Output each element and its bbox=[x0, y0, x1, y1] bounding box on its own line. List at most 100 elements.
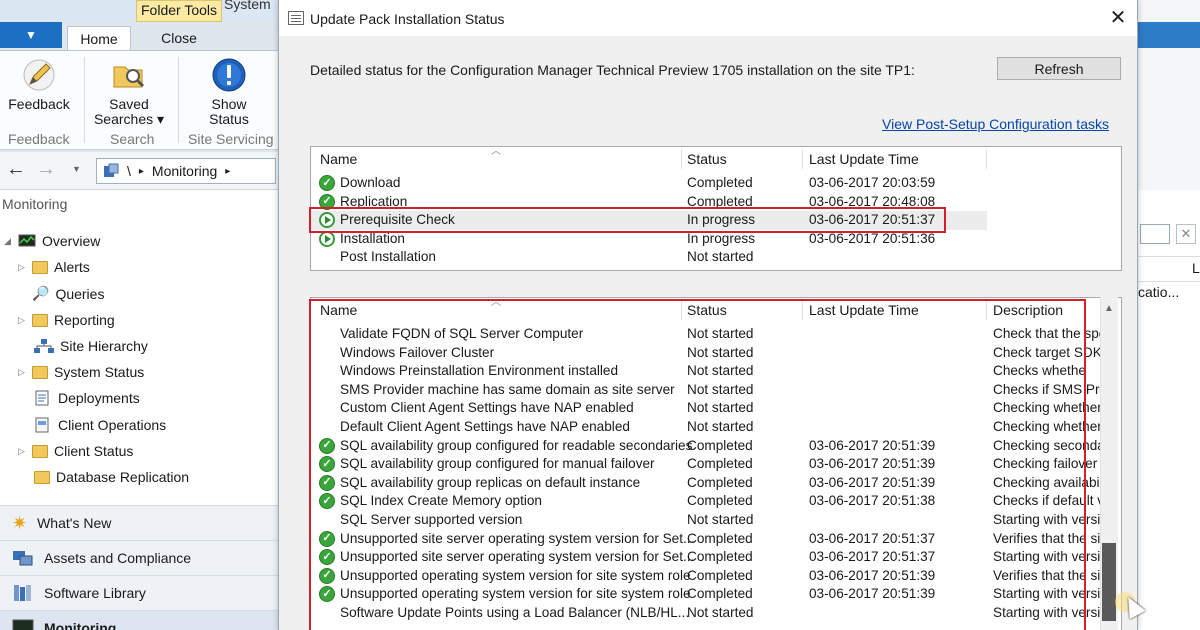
collapsed-triangle-icon: ▷ bbox=[18, 261, 25, 272]
row-description: Check that the spe bbox=[993, 326, 1107, 341]
tree-item-system-status[interactable]: ▷ System Status bbox=[18, 364, 144, 380]
table-row[interactable]: ✓ SQL availability group configured for r… bbox=[311, 437, 1121, 456]
tree-item-queries[interactable]: 🔎 Queries bbox=[32, 285, 104, 302]
tab-close[interactable]: Close bbox=[140, 26, 218, 50]
table-row[interactable]: Installation In progress 03-06-2017 20:51:… bbox=[311, 230, 1121, 249]
table-row[interactable]: Default Client Agent Settings have NAP e… bbox=[311, 418, 1121, 437]
row-description: Checks whethe bbox=[993, 363, 1086, 379]
table-row[interactable]: Post Installation Not started bbox=[311, 248, 1121, 267]
column-header-last-update[interactable]: Last Update Time bbox=[809, 302, 919, 318]
database-replication-icon bbox=[34, 470, 50, 484]
tab-folder-tools[interactable]: Folder Tools bbox=[136, 0, 222, 22]
table-row[interactable]: ✓ SQL Index Create Memory option Completed… bbox=[311, 492, 1121, 511]
results-column-header[interactable]: L bbox=[1192, 260, 1200, 276]
clear-search-icon[interactable]: ✕ bbox=[1176, 224, 1196, 244]
column-header-name[interactable]: Name bbox=[320, 151, 357, 167]
row-description: Checking failover s bbox=[993, 456, 1108, 472]
table-row[interactable]: Custom Client Agent Settings have NAP en… bbox=[311, 399, 1121, 418]
completed-check-icon: ✓ bbox=[319, 586, 335, 603]
ribbon-group-label: Feedback bbox=[8, 131, 70, 147]
forward-arrow-icon[interactable]: → bbox=[36, 158, 56, 181]
table-row[interactable]: SQL Server supported version Not started S… bbox=[311, 511, 1121, 530]
table-row[interactable]: Prerequisite Check In progress 03-06-2017 … bbox=[311, 211, 987, 230]
completed-check-icon: ✓ bbox=[319, 437, 335, 454]
row-description: Verifies that the site bbox=[993, 567, 1112, 583]
table-row[interactable]: ✓ Unsupported operating system version fo… bbox=[311, 567, 1121, 586]
table-row[interactable]: Windows Failover Cluster Not started Check… bbox=[311, 344, 1121, 363]
column-header-status[interactable]: Status bbox=[687, 302, 727, 318]
collapsed-triangle-icon: ▷ bbox=[18, 445, 25, 456]
row-description: Check target SDK bbox=[993, 344, 1102, 360]
tree-item-site-hierarchy[interactable]: Site Hierarchy bbox=[34, 338, 148, 354]
refresh-button[interactable]: Refresh bbox=[997, 57, 1121, 80]
tree-item-client-operations[interactable]: Client Operations bbox=[34, 417, 166, 433]
app-menu-button[interactable]: ▼ bbox=[0, 22, 62, 48]
close-icon[interactable]: ✕ bbox=[1108, 6, 1128, 29]
row-name: SQL availability group replicas on defau… bbox=[340, 474, 641, 490]
history-dropdown-icon[interactable]: ▼ bbox=[72, 164, 81, 174]
row-description: Checking availabi bbox=[993, 474, 1100, 490]
row-last-update: 03-06-2017 20:51:39 bbox=[809, 456, 936, 472]
results-cell[interactable]: catio... bbox=[1138, 284, 1179, 300]
row-status: Not started bbox=[687, 381, 754, 397]
column-header-description[interactable]: Description bbox=[993, 302, 1063, 318]
table-row[interactable]: Software Update Points using a Load Bala… bbox=[311, 604, 1121, 623]
ribbon-separator bbox=[84, 57, 85, 143]
scrollbar-thumb[interactable] bbox=[1102, 543, 1116, 621]
path-item-monitoring[interactable]: Monitoring bbox=[152, 163, 217, 179]
scroll-up-icon[interactable]: ▲ bbox=[1100, 299, 1118, 317]
tree-item-alerts[interactable]: ▷ Alerts bbox=[18, 259, 90, 275]
row-status: Not started bbox=[687, 400, 754, 416]
table-row[interactable]: Validate FQDN of SQL Server Computer Not … bbox=[311, 325, 1121, 344]
row-name: Unsupported operating system version for… bbox=[340, 567, 691, 583]
ribbon-group-label: Search bbox=[110, 131, 155, 147]
table-row[interactable]: SMS Provider machine has same domain as … bbox=[311, 381, 1121, 400]
tab-system[interactable]: System bbox=[224, 0, 271, 12]
table-row[interactable]: ✓ SQL availability group configured for m… bbox=[311, 455, 1121, 474]
row-last-update: 03-06-2017 20:51:36 bbox=[809, 230, 936, 246]
column-header-name[interactable]: Name bbox=[320, 302, 357, 318]
feedback-pencil-icon bbox=[23, 59, 55, 91]
feedback-button[interactable]: Feedback bbox=[2, 57, 76, 112]
grid-header: ︿ Name Status Last Update Time bbox=[311, 147, 1121, 169]
info-exclamation-icon bbox=[212, 58, 246, 92]
row-status: Completed bbox=[687, 437, 753, 453]
tree-item-overview[interactable]: ◢ Overview bbox=[4, 233, 100, 249]
show-status-button[interactable]: Show Status bbox=[192, 57, 266, 127]
column-header-last-update[interactable]: Last Update Time bbox=[809, 151, 919, 167]
search-input[interactable] bbox=[1140, 224, 1170, 244]
phase-status-grid[interactable]: ︿ Name Status Last Update Time ✓ Download… bbox=[310, 146, 1122, 271]
star-burst-icon: ✷ bbox=[12, 512, 28, 533]
prerequisite-checks-grid[interactable]: ︿ Name Status Last Update Time Descripti… bbox=[310, 297, 1122, 630]
tree-item-database-replication[interactable]: Database Replication bbox=[34, 469, 189, 485]
tree-item-deployments[interactable]: Deployments bbox=[34, 390, 140, 406]
table-row[interactable]: Windows Preinstallation Environment inst… bbox=[311, 362, 1121, 381]
table-row[interactable]: ✓ Unsupported site server operating syste… bbox=[311, 530, 1121, 549]
saved-searches-button[interactable]: Saved Searches ▾ bbox=[92, 57, 166, 127]
ribbon-group-label: Site Servicing bbox=[188, 131, 274, 147]
workspace-monitoring[interactable]: Monitoring bbox=[0, 610, 280, 630]
tree-item-reporting[interactable]: ▷ Reporting bbox=[18, 312, 115, 328]
row-status: Completed bbox=[687, 530, 753, 546]
row-description: Starting with versi bbox=[993, 605, 1101, 620]
workspace-software-library[interactable]: Software Library bbox=[0, 575, 280, 610]
column-header-status[interactable]: Status bbox=[687, 151, 727, 167]
workspace-whats-new[interactable]: ✷ What's New bbox=[0, 505, 280, 540]
tree-item-client-status[interactable]: ▷ Client Status bbox=[18, 443, 133, 459]
row-description: Starting with versi bbox=[993, 549, 1101, 565]
completed-check-icon: ✓ bbox=[319, 567, 335, 584]
table-row[interactable]: ✓ Download Completed 03-06-2017 20:03:59 bbox=[311, 174, 1121, 193]
row-last-update: 03-06-2017 20:03:59 bbox=[809, 175, 936, 190]
client-operations-icon bbox=[35, 417, 49, 433]
back-arrow-icon[interactable]: ← bbox=[6, 158, 26, 181]
table-row[interactable]: ✓ Unsupported operating system version fo… bbox=[311, 585, 1121, 604]
address-path[interactable]: \ ▸ Monitoring ▸ bbox=[96, 158, 276, 184]
post-setup-tasks-link[interactable]: View Post-Setup Configuration tasks bbox=[882, 116, 1109, 132]
row-description: Checking whether bbox=[993, 400, 1102, 416]
workspace-assets-compliance[interactable]: Assets and Compliance bbox=[0, 540, 280, 575]
table-row[interactable]: ✓ Replication Completed 03-06-2017 20:48:08 bbox=[311, 193, 1121, 212]
tab-home[interactable]: Home bbox=[67, 26, 131, 50]
table-row[interactable]: ✓ SQL availability group replicas on defa… bbox=[311, 474, 1121, 493]
table-row[interactable]: ✓ Unsupported site server operating syste… bbox=[311, 548, 1121, 567]
row-last-update: 03-06-2017 20:51:39 bbox=[809, 586, 936, 602]
